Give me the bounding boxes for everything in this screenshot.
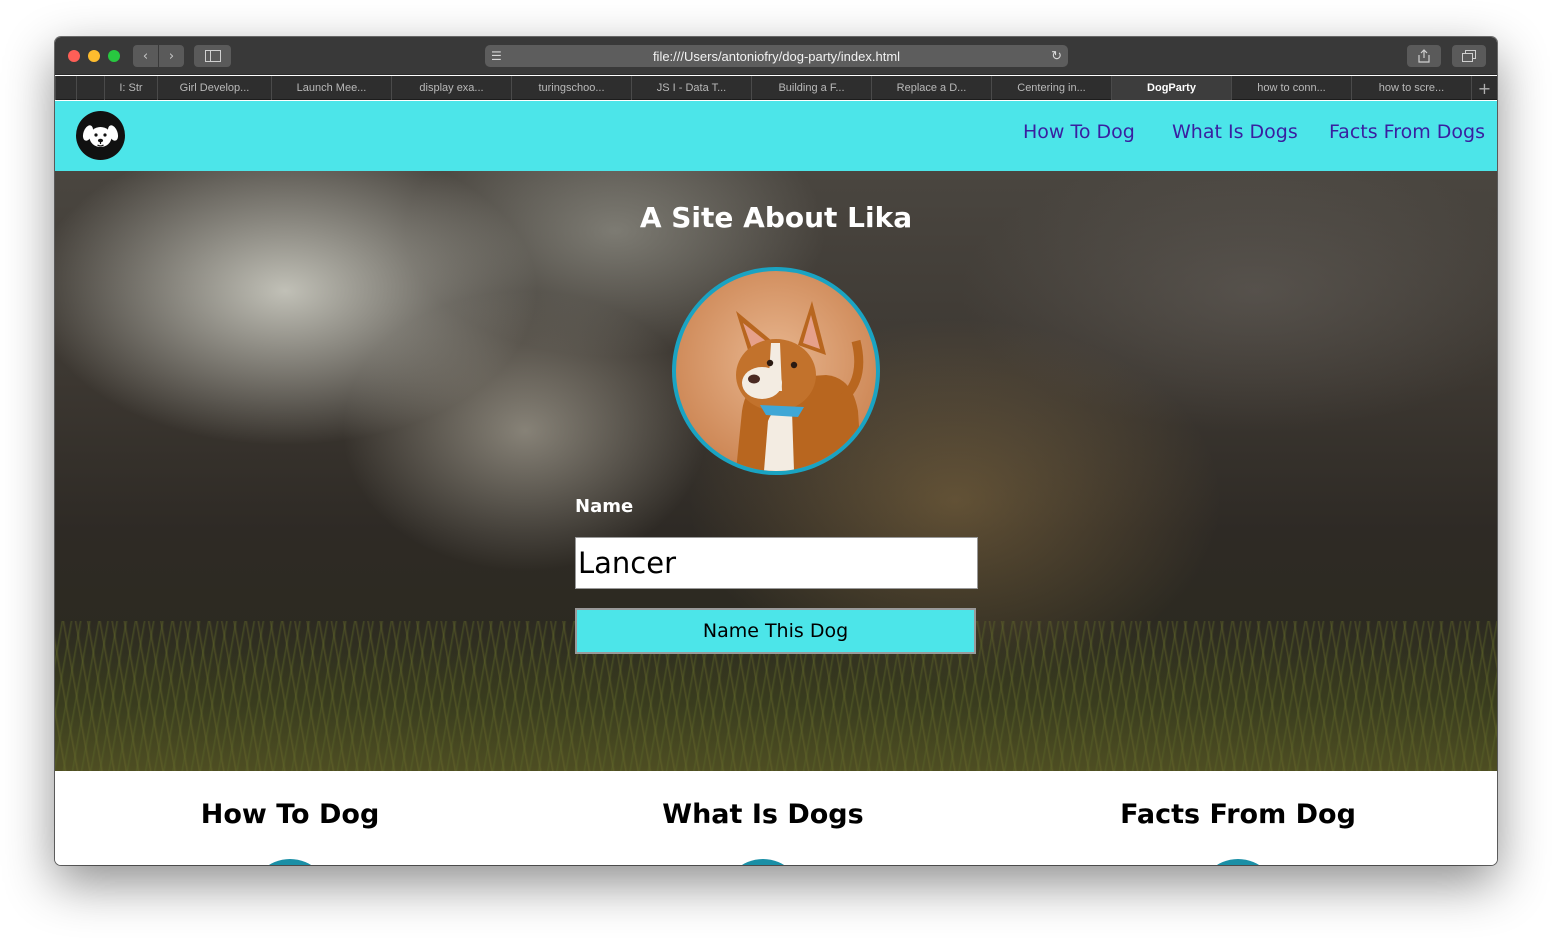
close-window-button[interactable] [68,50,80,62]
name-this-dog-button[interactable]: Name This Dog [575,608,976,654]
url-text: file:///Users/antoniofry/dog-party/index… [652,48,901,64]
tab[interactable]: how to conn... [1231,76,1351,100]
tab[interactable]: Girl Develop... [157,76,271,100]
section-title-facts-from-dog: Facts From Dog [1120,799,1356,830]
nav-what-is-dogs[interactable]: What Is Dogs [1172,121,1298,143]
tab[interactable]: how to scre... [1351,76,1471,100]
dog-logo-icon[interactable] [76,111,125,160]
zoom-window-button[interactable] [108,50,120,62]
tab-pinned[interactable] [76,76,104,100]
section-image-what-is-dogs [723,859,803,865]
show-tabs-button[interactable] [1452,45,1486,67]
section-image-facts-from-dog [1198,859,1278,865]
share-button[interactable] [1407,45,1441,67]
title-bar: ‹ › ☰ file:///Users/antoniofry/dog-party… [55,37,1497,75]
tab-strip: I: Str Girl Develop... Launch Mee... dis… [55,76,1497,100]
nav-facts-from-dogs[interactable]: Facts From Dogs [1329,121,1485,143]
tab[interactable]: Replace a D... [871,76,991,100]
tab[interactable]: turingschoo... [511,76,631,100]
reload-icon[interactable]: ↻ [1051,48,1062,64]
page-title: A Site About Lika [639,201,913,234]
dog-photo [672,267,880,475]
sidebar-toggle-button[interactable] [194,45,231,67]
section-title-what-is-dogs: What Is Dogs [662,799,864,830]
site-header: How To Dog What Is Dogs Facts From Dogs [55,101,1497,171]
tab[interactable]: Building a F... [751,76,871,100]
tab[interactable]: Centering in... [991,76,1111,100]
tab-pinned[interactable] [55,76,76,100]
chevron-right-icon: › [168,48,175,64]
name-label: Name [575,496,634,517]
dog-name-highlight: Lika [847,201,913,234]
new-tab-button[interactable]: + [1471,76,1497,100]
browser-window: ‹ › ☰ file:///Users/antoniofry/dog-party… [55,37,1497,865]
tab[interactable]: JS I - Data T... [631,76,751,100]
nav-how-to-dog[interactable]: How To Dog [1023,121,1135,143]
info-sections: How To Dog What Is Dogs Facts From Dog [55,771,1497,865]
hero-section: A Site About Lika Name Lancer Name This … [55,171,1497,771]
address-bar[interactable]: ☰ file:///Users/antoniofry/dog-party/ind… [485,45,1068,67]
tab[interactable]: Launch Mee... [271,76,391,100]
web-page: How To Dog What Is Dogs Facts From Dogs … [55,101,1497,865]
dog-name-input[interactable] [575,537,978,589]
tab-active[interactable]: DogParty [1111,76,1231,100]
tabs-overview-icon [1462,50,1476,62]
minimize-window-button[interactable] [88,50,100,62]
tab[interactable]: display exa... [391,76,511,100]
back-button[interactable]: ‹ [133,45,158,67]
section-title-how-to-dog: How To Dog [200,799,380,830]
sidebar-icon [204,50,221,62]
chevron-left-icon: ‹ [142,48,149,64]
share-icon [1418,49,1430,63]
forward-button[interactable]: › [159,45,184,67]
dog-face-icon [82,125,119,147]
reader-icon[interactable]: ☰ [491,49,507,63]
dog-image [736,301,864,471]
tab[interactable]: I: Str [104,76,157,100]
section-image-how-to-dog [250,859,330,865]
